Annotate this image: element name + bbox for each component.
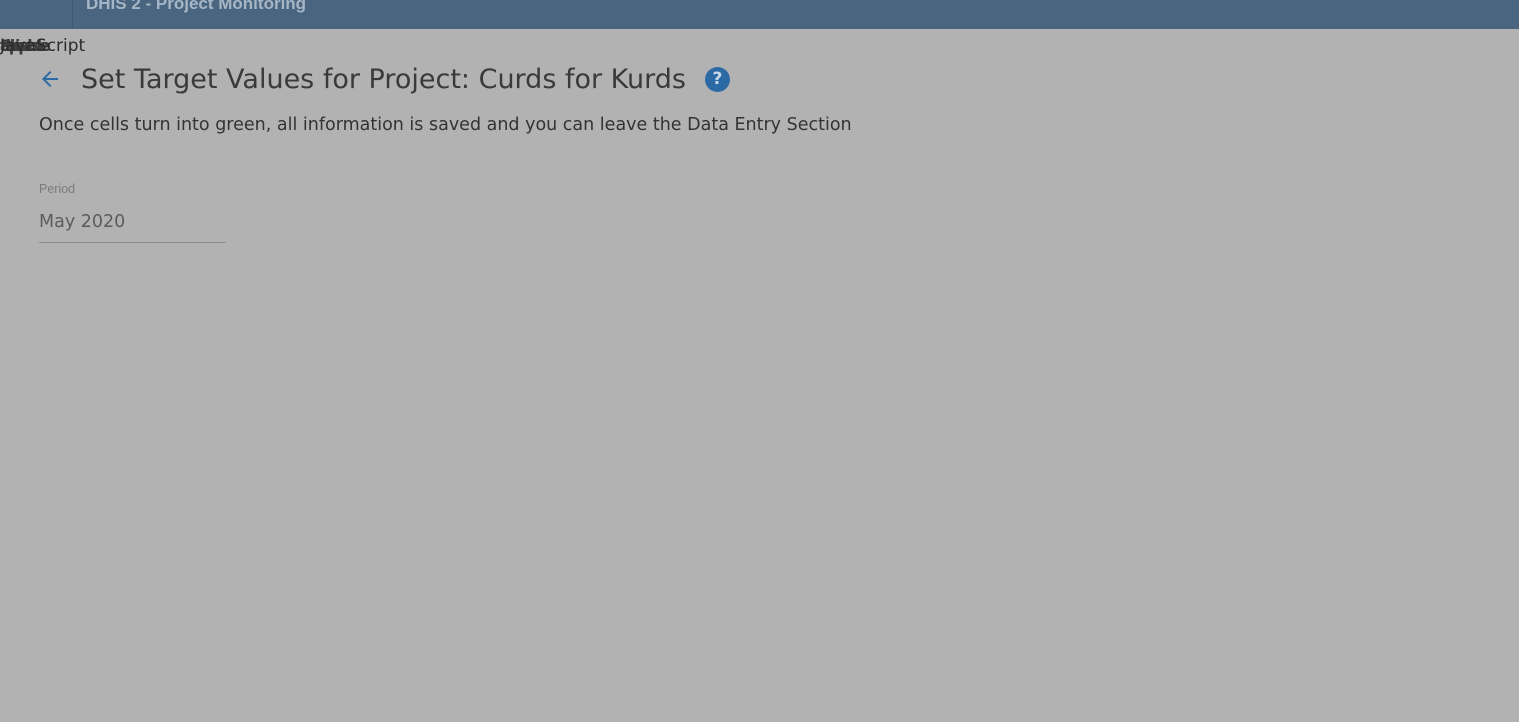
header-menu-area[interactable] [0,0,73,29]
info-text: Once cells turn into green, all informat… [39,115,852,135]
page-title: Set Target Values for Project: Curds for… [81,63,686,95]
period-label: Period [39,182,76,196]
page-title-row: Set Target Values for Project: Curds for… [38,60,730,98]
noscript-label: JavaScript [0,36,86,56]
period-value: May 2020 [39,212,126,232]
app-header: DHIS 2 - Project Monitoring [0,0,1519,29]
arrow-left-icon[interactable] [38,67,62,91]
period-select[interactable]: May 2020 [39,202,226,243]
app-title: DHIS 2 - Project Monitoring [86,0,307,13]
question-circle-icon[interactable]: ? [704,66,730,92]
